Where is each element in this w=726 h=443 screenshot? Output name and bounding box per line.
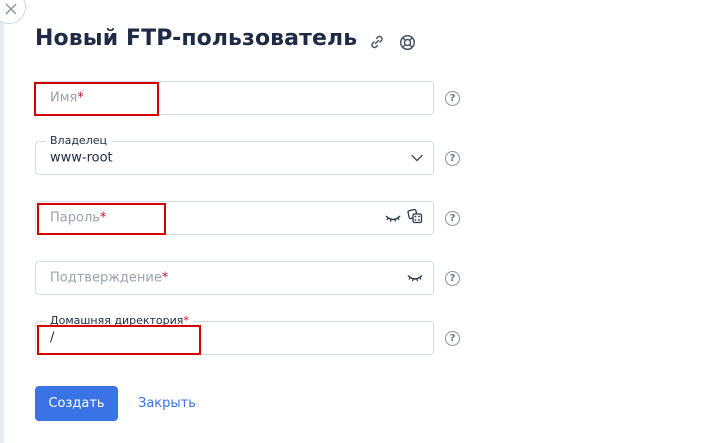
panel-left-edge <box>0 0 4 443</box>
eye-closed-icon[interactable] <box>385 209 401 228</box>
name-field[interactable]: Имя* <box>35 81 434 115</box>
owner-select[interactable]: Владелец www-root <box>35 134 434 175</box>
password-field[interactable]: Пароль* <box>35 201 434 235</box>
home-directory-value: / <box>50 330 55 346</box>
eye-closed-icon[interactable] <box>407 269 423 288</box>
close-icon <box>5 3 17 15</box>
home-directory-field[interactable]: Домашняя директория* / <box>35 314 434 355</box>
link-icon[interactable] <box>368 33 386 51</box>
close-panel-button[interactable] <box>0 0 26 24</box>
chevron-down-icon <box>411 154 423 162</box>
page-title: Новый FTP-пользователь <box>35 26 358 51</box>
password-help-icon[interactable]: ? <box>445 211 460 226</box>
confirm-password-field[interactable]: Подтверждение* <box>35 261 434 295</box>
owner-help-icon[interactable]: ? <box>445 151 460 166</box>
confirm-placeholder: Подтверждение* <box>50 270 169 286</box>
title-actions <box>368 33 416 51</box>
password-placeholder: Пароль* <box>50 210 107 226</box>
name-placeholder: Имя* <box>50 90 84 106</box>
home-directory-label: Домашняя директория* <box>46 314 193 327</box>
home-directory-help-icon[interactable]: ? <box>445 331 460 346</box>
owner-value: www-root <box>50 150 113 166</box>
owner-label: Владелец <box>46 134 111 147</box>
close-link[interactable]: Закрыть <box>138 386 196 421</box>
confirm-help-icon[interactable]: ? <box>445 271 460 286</box>
lifebuoy-icon[interactable] <box>398 33 416 51</box>
name-help-icon[interactable]: ? <box>445 91 460 106</box>
generate-password-icon[interactable] <box>407 208 423 228</box>
create-button[interactable]: Создать <box>35 386 118 421</box>
